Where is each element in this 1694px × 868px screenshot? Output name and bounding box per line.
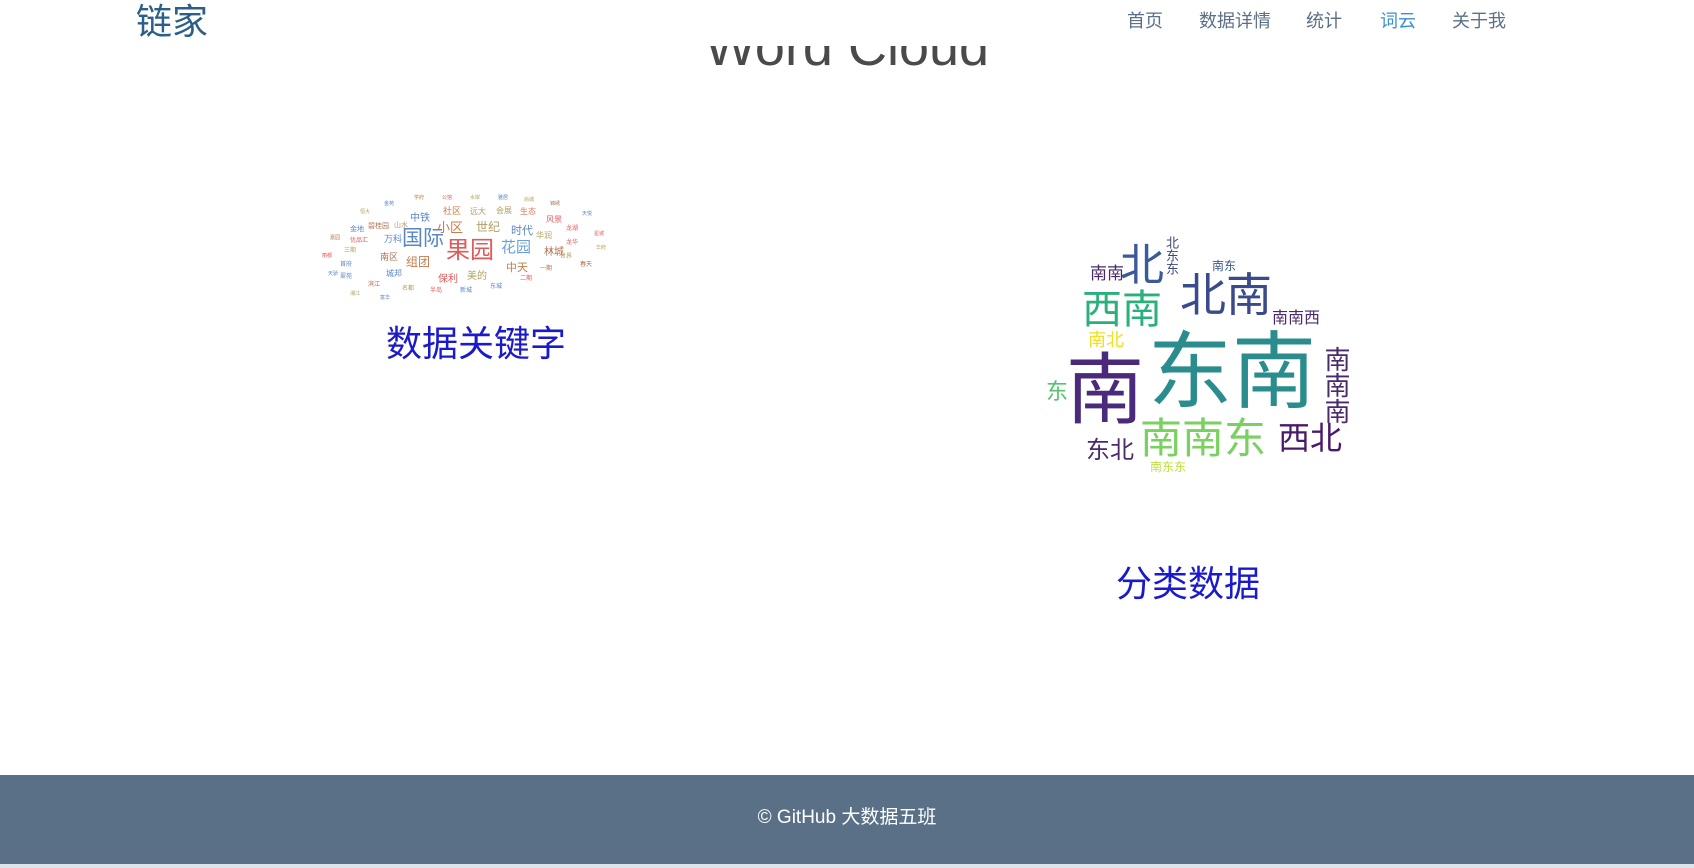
- keyword-cloud-caption: 数据关键字: [386, 324, 567, 365]
- keyword-word-cloud-image: 果园 国际 花园 小区 世纪 时代 组团 中天 中铁 林城 保利 美的 万科 南区 城邦 社区 远大 会展 生态 风景…: [310, 196, 650, 320]
- nav-link-data-details[interactable]: 数据详情: [1199, 0, 1271, 44]
- navbar: 链家 首页 数据详情 统计 词云 关于我: [0, 0, 1694, 46]
- cloud-word: 山水: [394, 221, 408, 229]
- cloud-word: 果园: [446, 236, 494, 264]
- footer-copyright: © GitHub 大数据五班: [757, 807, 937, 828]
- cloud-word: 南: [1066, 346, 1145, 436]
- cloud-word: 湘江: [350, 291, 361, 297]
- cloud-word: 南区: [380, 253, 399, 263]
- cloud-word: 水岸: [470, 195, 481, 201]
- footer-bottom-strip: [0, 864, 1694, 868]
- direction-word-cloud-image: 东南南北南 西南北南南东 西北 东北 南南 南东南南西南北东 南南南 北东东南东东: [1040, 236, 1360, 476]
- cloud-word: 嘉园: [330, 235, 341, 241]
- cloud-word: 滨江: [368, 281, 381, 288]
- cloud-word: 远大: [470, 207, 486, 216]
- cloud-word: 北: [1120, 240, 1164, 291]
- footer: © GitHub 大数据五班: [0, 775, 1694, 864]
- cloud-word: 西南: [1082, 287, 1162, 333]
- nav-link-about-me[interactable]: 关于我: [1452, 0, 1506, 44]
- nav-link-word-cloud[interactable]: 词云: [1380, 0, 1416, 44]
- cloud-word: 世界: [560, 253, 573, 260]
- cloud-word: 东北: [1086, 436, 1134, 464]
- cloud-word: 龙湖: [566, 225, 579, 232]
- cloud-word: 时代: [511, 224, 533, 237]
- cloud-word: 风景: [546, 215, 562, 224]
- cloud-word: 学府: [414, 195, 425, 201]
- nav-link-home[interactable]: 首页: [1127, 0, 1163, 44]
- cloud-word: 天悦: [582, 211, 593, 217]
- cloud-word: 天骄: [328, 271, 339, 277]
- cloud-word: 翠苑: [340, 273, 353, 280]
- cloud-word: 世纪: [476, 220, 501, 234]
- cloud-word: 公馆: [442, 195, 453, 201]
- cloud-word: 星城: [594, 231, 605, 237]
- cloud-word: 东南: [1148, 323, 1317, 421]
- cloud-word: 南南东: [1140, 414, 1267, 463]
- cloud-word: 优品汇: [350, 237, 369, 244]
- direction-cloud-caption: 分类数据: [1116, 564, 1261, 605]
- cloud-word: 会展: [496, 206, 512, 215]
- cloud-word: 南北: [1088, 330, 1124, 351]
- cloud-word: 二期: [520, 275, 533, 282]
- cloud-word: 恒大: [360, 209, 371, 215]
- cloud-word: 美的: [467, 271, 487, 282]
- cloud-word: 春天: [580, 261, 593, 268]
- cloud-word: 社区: [443, 207, 462, 217]
- cloud-word: 花园: [501, 238, 532, 256]
- cloud-word: 南南: [1090, 264, 1124, 284]
- cloud-word: 华府: [596, 245, 607, 251]
- cloud-word: 新城: [460, 287, 473, 294]
- cloud-word: 龙华: [566, 239, 579, 246]
- cloud-word: 雅居: [498, 195, 509, 201]
- cloud-word: 保利: [438, 274, 458, 285]
- cloud-word: 小区: [437, 221, 464, 236]
- cloud-word: 北南: [1180, 268, 1272, 322]
- nav-link-statistics[interactable]: 统计: [1306, 0, 1342, 44]
- cloud-word: 金地: [350, 225, 364, 233]
- cloud-word: 南南西: [1272, 308, 1321, 327]
- cloud-word: 北东东: [1163, 236, 1178, 275]
- cloud-word: 碧桂园: [368, 222, 389, 230]
- cloud-word: 南东东: [1150, 460, 1187, 474]
- cloud-word: 三期: [344, 247, 357, 254]
- cloud-word: 生态: [520, 207, 536, 216]
- cloud-word: 城邦: [386, 269, 402, 278]
- cloud-word: 一期: [540, 265, 553, 272]
- cloud-word: 万科: [384, 235, 403, 245]
- cloud-word: 东: [1046, 380, 1069, 405]
- cloud-word: 中铁: [410, 213, 430, 224]
- cloud-word: 半岛: [430, 287, 443, 294]
- cloud-word: 南东: [1212, 259, 1237, 273]
- cloud-word: 富华: [380, 295, 391, 301]
- cloud-word: 金苑: [384, 201, 395, 207]
- cloud-word: 华润: [536, 231, 552, 240]
- cloud-word: 西北: [1278, 419, 1343, 457]
- cloud-word: 首府: [340, 261, 353, 268]
- cloud-word: 东城: [490, 283, 503, 290]
- nav-links: 首页 数据详情 统计 词云 关于我: [0, 0, 1694, 46]
- cloud-word: 名都: [402, 285, 415, 292]
- cloud-word: 锦绣: [550, 201, 561, 207]
- cloud-word: 南南南: [1320, 346, 1350, 424]
- cloud-word: 丽都: [322, 253, 333, 259]
- cloud-word: 尚城: [524, 197, 535, 203]
- cloud-word: 中天: [506, 261, 528, 274]
- cloud-word: 组团: [406, 255, 431, 269]
